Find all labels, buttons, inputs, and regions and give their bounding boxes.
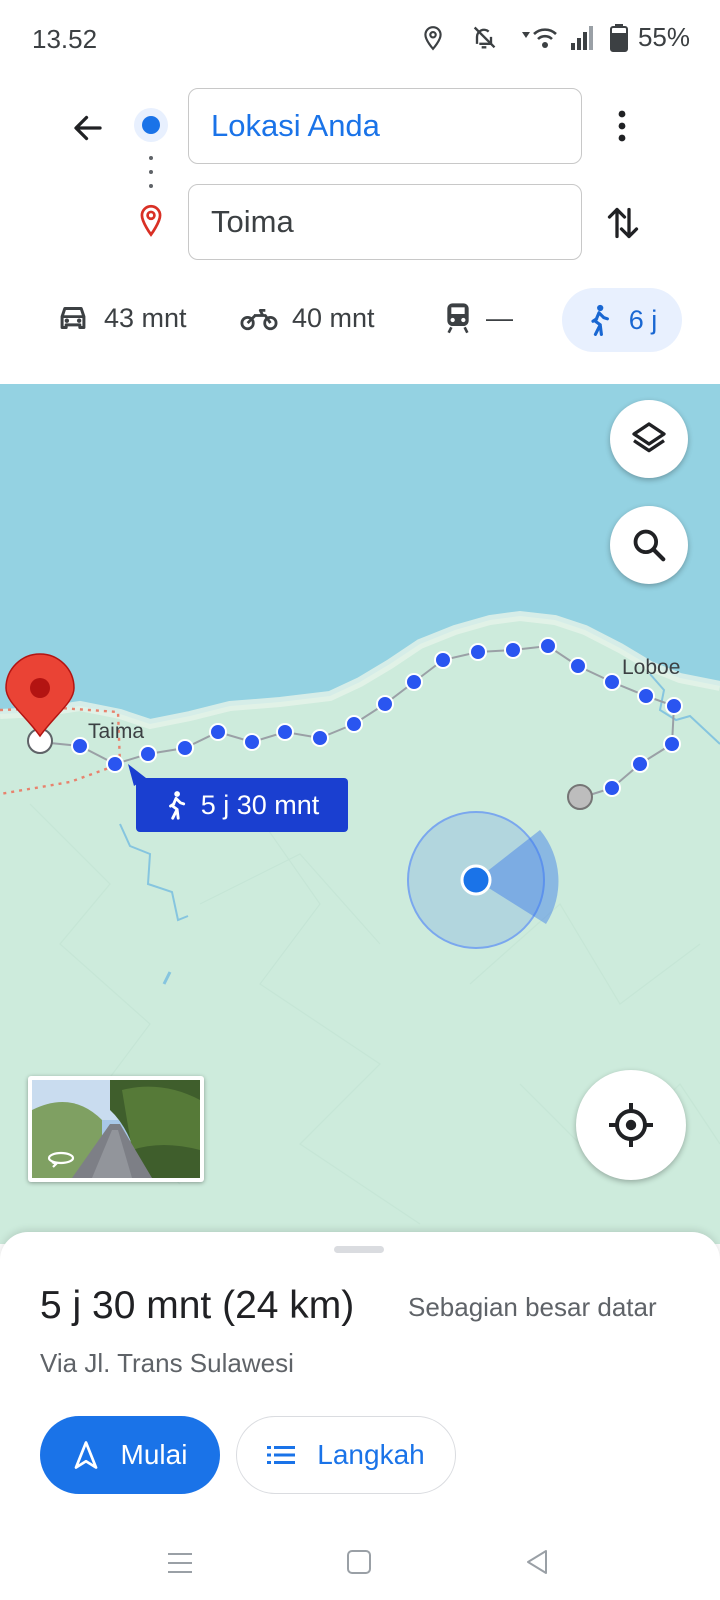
route-dot (139, 745, 157, 763)
route-dot (603, 673, 621, 691)
route-dot (665, 697, 683, 715)
route-dot (209, 723, 227, 741)
trip-terrain: Sebagian besar datar (408, 1292, 657, 1322)
route-dot (539, 637, 557, 655)
sheet-drag-handle[interactable] (334, 1246, 384, 1253)
route-dot (276, 723, 294, 741)
route-dot (176, 739, 194, 757)
mode-motorcycle-time: 40 mnt (292, 302, 375, 333)
start-button-label: Mulai (120, 1439, 188, 1470)
mode-walk-time: 6 j (628, 304, 658, 335)
my-location-button[interactable] (576, 1070, 686, 1180)
route-dot (603, 779, 621, 797)
route-connector (149, 156, 153, 188)
mode-drive-time: 43 mnt (104, 302, 187, 333)
route-dot (345, 715, 363, 733)
destination-input[interactable]: Toima (188, 184, 582, 260)
mode-walk[interactable]: 6 j (562, 288, 682, 352)
route-dot (71, 737, 89, 755)
steps-button-label: Langkah (317, 1439, 425, 1470)
route-dot (376, 695, 394, 713)
route-duration-callout[interactable]: 5 j 30 mnt (136, 778, 348, 832)
route-duration-text: 5 j 30 mnt (200, 789, 320, 820)
layers-button[interactable] (610, 400, 688, 478)
destination-pin-icon (140, 204, 162, 237)
navigation-icon (74, 1441, 97, 1469)
train-icon (447, 303, 469, 334)
map-label-loboe: Loboe (622, 656, 681, 679)
trip-duration: 5 j 30 mnt (24 km) (40, 1284, 355, 1327)
swap-button[interactable] (596, 196, 650, 250)
status-time: 13.52 (32, 24, 98, 54)
map-label-taima: Taima (88, 720, 145, 743)
mode-motorcycle[interactable]: 40 mnt (240, 296, 375, 340)
recent-apps-icon[interactable] (166, 1550, 194, 1576)
list-icon (267, 1446, 296, 1464)
route-dot (631, 755, 649, 773)
home-icon[interactable] (346, 1548, 372, 1576)
more-options-button[interactable] (600, 100, 644, 152)
search-icon (633, 529, 666, 562)
start-button[interactable]: Mulai (40, 1416, 220, 1494)
route-dot (663, 735, 681, 753)
origin-dot-icon (134, 108, 168, 142)
origin-input[interactable]: Lokasi Anda (188, 88, 582, 164)
motorcycle-icon (240, 309, 278, 331)
route-dot (637, 687, 655, 705)
route-dot (243, 733, 261, 751)
rotate-360-icon (47, 1151, 75, 1168)
status-icons: 55% (420, 22, 690, 53)
map-view[interactable]: Taima Loboe 5 j 30 mnt (0, 384, 720, 1244)
trip-via: Via Jl. Trans Sulawesi (40, 1348, 294, 1378)
route-end-marker (567, 784, 593, 810)
route-dot (504, 641, 522, 659)
back-nav-icon[interactable] (524, 1548, 550, 1576)
mode-drive[interactable]: 43 mnt (56, 296, 187, 340)
more-vert-icon (618, 110, 626, 142)
route-dot (469, 643, 487, 661)
street-view-thumbnail[interactable] (28, 1076, 204, 1182)
back-button[interactable] (60, 100, 116, 156)
wifi-icon (521, 27, 557, 48)
layers-icon (632, 422, 666, 453)
car-icon (60, 306, 86, 330)
battery-icon (609, 23, 628, 52)
walk-icon (168, 791, 185, 820)
walk-icon (591, 304, 609, 336)
battery-percent: 55% (637, 22, 690, 52)
signal-icon (570, 25, 593, 50)
steps-button[interactable]: Langkah (236, 1416, 456, 1494)
current-location-dot (460, 864, 492, 896)
arrow-back-icon (74, 115, 102, 141)
route-dot (434, 651, 452, 669)
route-summary-sheet[interactable]: 5 j 30 mnt (24 km) Sebagian besar datar … (0, 1232, 720, 1600)
notifications-off-icon (473, 26, 496, 48)
route-dot (569, 657, 587, 675)
mode-transit-time: — (486, 302, 513, 333)
mode-transit[interactable]: — (444, 296, 513, 340)
route-dot (405, 673, 423, 691)
location-icon (424, 25, 442, 50)
my-location-icon (609, 1103, 653, 1147)
swap-vert-icon (607, 207, 639, 239)
system-nav-bar (0, 1540, 720, 1600)
route-dot (311, 729, 329, 747)
map-search-button[interactable] (610, 506, 688, 584)
